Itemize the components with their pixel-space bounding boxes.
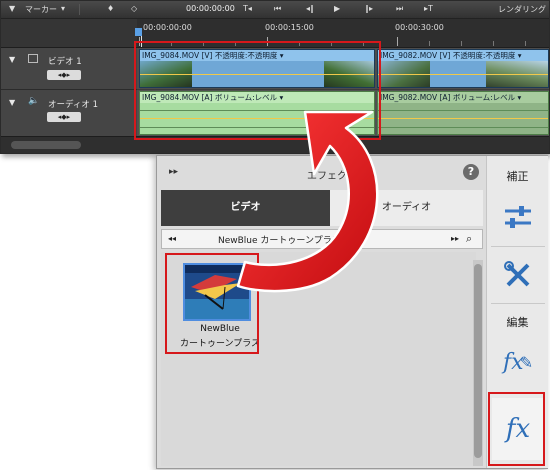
- collapse-triangle-icon[interactable]: ▼: [9, 55, 15, 64]
- marker-menu[interactable]: マーカー: [25, 4, 57, 15]
- effects-title: エフェクト: [307, 171, 357, 182]
- go-to-end-icon[interactable]: ⏭: [396, 4, 403, 14]
- step-forward-icon[interactable]: ‖▸: [365, 4, 373, 13]
- search-icon[interactable]: ⌕: [466, 232, 472, 246]
- set-out-icon[interactable]: ▸T: [424, 4, 433, 13]
- effect-type-tabs: ビデオ オーディオ: [161, 190, 483, 226]
- speaker-icon: 🔈: [28, 96, 40, 106]
- category-next-icon[interactable]: ▸▸: [451, 234, 459, 243]
- set-in-icon[interactable]: T◂: [243, 4, 252, 13]
- category-prev-icon[interactable]: ◂◂: [168, 234, 176, 243]
- video-clip-9082[interactable]: IMG_9082.MOV [V] 不透明度:不透明度 ▾: [377, 49, 549, 88]
- marker-set-icon[interactable]: ♦: [107, 4, 114, 13]
- ruler-label-0: 00:00:00:00: [143, 23, 192, 32]
- step-back-icon[interactable]: ◂‖: [306, 4, 314, 13]
- fx-button-highlight: [488, 392, 545, 466]
- applied-effects-icon[interactable]: fx ✎: [493, 340, 543, 384]
- clip-label: IMG_9082.MOV [V] 不透明度:不透明度 ▾: [380, 51, 522, 60]
- help-icon[interactable]: ?: [463, 164, 479, 180]
- category-name: NewBlue カートゥーンプラス エ: [218, 236, 353, 246]
- timeline-clip-highlight: [134, 41, 381, 140]
- go-to-start-icon[interactable]: ⏮: [274, 4, 281, 14]
- ruler-gutter: [1, 19, 137, 48]
- clip-label: IMG_9082.MOV [A] ボリューム:レベル ▾: [380, 93, 522, 102]
- play-icon[interactable]: ▶: [334, 4, 340, 13]
- effects-title-bar: ▸▸ エフェクト ?: [157, 156, 486, 190]
- audio-track-name: オーディオ 1: [48, 100, 99, 110]
- keyframe-nav-icon[interactable]: ◂◆▸: [47, 112, 81, 122]
- tab-audio[interactable]: オーディオ: [330, 190, 483, 226]
- tools-icon[interactable]: [493, 253, 543, 297]
- ruler-label-15: 00:00:15:00: [265, 23, 314, 32]
- edit-label: 編集: [506, 316, 529, 329]
- effect-item-highlight: [165, 253, 259, 354]
- zoom-slider[interactable]: [11, 141, 81, 149]
- playhead-icon[interactable]: [135, 28, 142, 36]
- video-track-header: ▼ ビデオ 1 ◂◆▸: [1, 48, 137, 90]
- scrollbar-thumb[interactable]: [474, 264, 482, 458]
- collapse-triangle-icon[interactable]: ▼: [9, 98, 15, 107]
- video-track-name: ビデオ 1: [48, 57, 82, 67]
- marker-clear-icon[interactable]: ◇: [131, 4, 137, 13]
- marker-dropdown-icon[interactable]: ▾: [61, 4, 65, 13]
- effects-scrollbar[interactable]: [473, 260, 483, 466]
- adjust-sliders-icon[interactable]: [493, 195, 543, 239]
- render-button[interactable]: レンダリング: [498, 4, 546, 15]
- panel-expand-icon[interactable]: ▸▸: [169, 167, 178, 177]
- current-timecode[interactable]: 00:00:00:00: [186, 4, 235, 13]
- category-selector[interactable]: ◂◂ NewBlue カートゥーンプラス エ ▸▸ ⌕: [161, 229, 483, 249]
- film-icon: [28, 54, 38, 63]
- audio-track-header: ▼ 🔈 オーディオ 1 ◂◆▸: [1, 90, 137, 137]
- timeline-toolbar: ▼ マーカー ▾ ♦ ◇ 00:00:00:00 T◂ ⏮ ◂‖ ▶ ‖▸ ⏭ …: [1, 1, 549, 19]
- adjust-label: 補正: [506, 170, 529, 183]
- tab-video[interactable]: ビデオ: [161, 190, 330, 226]
- keyframe-nav-icon[interactable]: ◂◆▸: [47, 70, 81, 80]
- ruler-label-30: 00:00:30:00: [395, 23, 444, 32]
- audio-clip-9082[interactable]: IMG_9082.MOV [A] ボリューム:レベル ▾: [377, 91, 549, 135]
- marker-menu-icon[interactable]: ▼: [9, 4, 15, 13]
